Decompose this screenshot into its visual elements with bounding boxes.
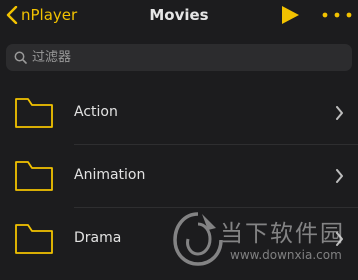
chevron-right-icon (336, 169, 343, 183)
chevron-right-icon (336, 106, 343, 120)
chevron-right-icon (336, 232, 343, 246)
navigation-bar: nPlayer Movies (0, 0, 358, 30)
folder-label: Animation (74, 167, 146, 183)
play-icon[interactable] (280, 5, 300, 25)
folder-icon (15, 224, 53, 254)
folder-row-action[interactable]: Action (0, 82, 358, 145)
folder-row-animation[interactable]: Animation (0, 145, 358, 208)
folder-list: Action Animation Drama (0, 82, 358, 271)
search-input[interactable] (32, 50, 352, 65)
back-button-label: nPlayer (21, 6, 78, 24)
search-bar[interactable] (6, 44, 352, 71)
more-icon[interactable] (321, 5, 355, 25)
back-button[interactable]: nPlayer (6, 4, 77, 26)
folder-icon (15, 98, 53, 128)
folder-label: Action (74, 104, 118, 120)
search-icon (14, 51, 27, 64)
folder-row-drama[interactable]: Drama (0, 208, 358, 271)
folder-icon (15, 161, 53, 191)
chevron-left-icon (6, 6, 18, 24)
folder-label: Drama (74, 230, 122, 246)
